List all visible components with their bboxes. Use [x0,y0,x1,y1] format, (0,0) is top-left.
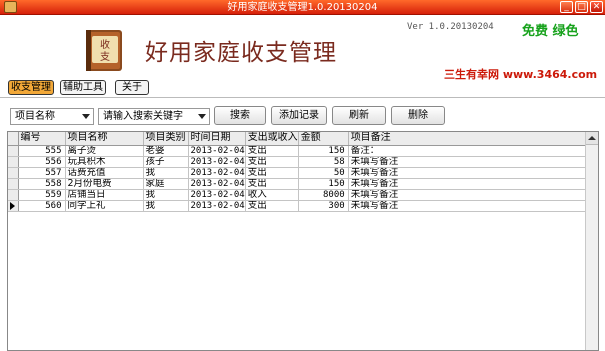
cell-type: 支出 [245,156,299,168]
toolbar: 项目名称 请输入搜索关键字 搜索 添加记录 刷新 删除 [0,100,605,130]
cell-category: 家庭 [143,178,189,190]
cell-type: 支出 [245,200,299,212]
cell-id: 559 [18,189,66,201]
table-row[interactable]: 556 玩具积木 孩子 2013-02-04 支出 58 未填写备注 [8,156,589,168]
logo-text-top: 收 [100,38,110,51]
cell-id: 557 [18,167,66,179]
menu-bar: 收支管理 辅助工具 关于 [0,77,605,99]
column-header-type[interactable]: 支出或收入 [245,132,299,146]
cell-amount: 300 [298,200,349,212]
maximize-icon[interactable]: □ [575,1,588,13]
records-grid[interactable]: 编号 项目名称 项目类别 时间日期 支出或收入 金额 项目备注 555 离子烫 … [7,131,599,351]
cell-note: 未填写备注 [348,200,589,212]
cell-name: 店铺当日 [65,189,144,201]
cell-name: 同学上礼 [65,200,144,212]
scroll-up-icon[interactable] [586,132,598,145]
cell-category: 我 [143,189,189,201]
tab-finance[interactable]: 收支管理 [8,80,54,95]
cell-date: 2013-02-04 [188,145,246,157]
cell-note: 备注： [348,145,589,157]
row-selector[interactable] [8,178,19,190]
column-header-category[interactable]: 项目类别 [143,132,189,146]
cell-date: 2013-02-04 [188,178,246,190]
table-row[interactable]: 559 店铺当日 我 2013-02-04 收入 8000 未填写备注 [8,189,589,201]
column-header-name[interactable]: 项目名称 [65,132,144,146]
cell-amount: 8000 [298,189,349,201]
row-header-corner [8,132,19,146]
table-row[interactable]: 560 同学上礼 我 2013-02-04 支出 300 未填写备注 [8,200,589,212]
cell-type: 收入 [245,189,299,201]
cell-id: 558 [18,178,66,190]
cell-id: 556 [18,156,66,168]
cell-category: 老婆 [143,145,189,157]
row-selector[interactable] [8,167,19,179]
column-header-amount[interactable]: 金额 [298,132,349,146]
tab-about[interactable]: 关于 [115,80,149,95]
logo-text-bottom: 支 [100,51,110,63]
cell-type: 支出 [245,145,299,157]
cell-category: 孩子 [143,156,189,168]
cell-name: 离子烫 [65,145,144,157]
app-name: 好用家庭收支管理 [145,40,337,66]
cell-date: 2013-02-04 [188,156,246,168]
current-row-pointer-icon [10,201,15,210]
tab-tools[interactable]: 辅助工具 [60,80,106,95]
keyword-select-value: 请输入搜索关键字 [103,111,183,122]
search-button[interactable]: 搜索 [214,106,266,125]
cell-amount: 150 [298,145,349,157]
close-icon[interactable]: ✕ [590,1,603,13]
table-row[interactable]: 555 离子烫 老婆 2013-02-04 支出 150 备注： [8,145,589,157]
column-header-date[interactable]: 时间日期 [188,132,246,146]
row-selector[interactable] [8,145,19,157]
cell-name: 话费充值 [65,167,144,179]
records-table: 编号 项目名称 项目类别 时间日期 支出或收入 金额 项目备注 555 离子烫 … [8,132,589,212]
cell-note: 未填写备注 [348,167,589,179]
title-bar: 好用家庭收支管理1.0.20130204 _ □ ✕ [0,0,605,15]
keyword-select[interactable]: 请输入搜索关键字 [98,108,210,125]
refresh-button[interactable]: 刷新 [332,106,386,125]
cell-id: 555 [18,145,66,157]
chevron-down-icon[interactable] [198,114,206,119]
ledger-book-icon: 收 支 [86,30,122,71]
divider [0,97,605,98]
cell-id: 560 [18,200,66,212]
cell-date: 2013-02-04 [188,200,246,212]
row-selector[interactable] [8,189,19,201]
column-header-id[interactable]: 编号 [18,132,66,146]
cell-amount: 150 [298,178,349,190]
window-title: 好用家庭收支管理1.0.20130204 [227,2,378,13]
app-header: 收 支 好用家庭收支管理 Ver 1.0.20130204 免费 绿色 三生有幸… [0,15,605,81]
row-selector[interactable] [8,200,19,212]
free-badge: 免费 绿色 [522,24,579,39]
cell-name: 2月份电费 [65,178,144,190]
column-header-note[interactable]: 项目备注 [348,132,589,146]
chevron-down-icon[interactable] [82,114,90,119]
cell-name: 玩具积木 [65,156,144,168]
delete-button[interactable]: 删除 [391,106,445,125]
field-select[interactable]: 项目名称 [10,108,94,125]
cell-note: 未填写备注 [348,156,589,168]
cell-type: 支出 [245,167,299,179]
cell-amount: 58 [298,156,349,168]
version-label: Ver 1.0.20130204 [407,22,494,32]
vertical-scrollbar[interactable] [585,132,598,350]
field-select-value: 项目名称 [15,111,55,122]
table-row[interactable]: 558 2月份电费 家庭 2013-02-04 支出 150 未填写备注 [8,178,589,190]
cell-note: 未填写备注 [348,189,589,201]
cell-category: 我 [143,200,189,212]
cell-category: 我 [143,167,189,179]
row-selector[interactable] [8,156,19,168]
cell-type: 支出 [245,178,299,190]
cell-date: 2013-02-04 [188,189,246,201]
cell-amount: 50 [298,167,349,179]
table-row[interactable]: 557 话费充值 我 2013-02-04 支出 50 未填写备注 [8,167,589,179]
add-record-button[interactable]: 添加记录 [271,106,327,125]
cell-note: 未填写备注 [348,178,589,190]
cell-date: 2013-02-04 [188,167,246,179]
minimize-icon[interactable]: _ [560,1,573,13]
